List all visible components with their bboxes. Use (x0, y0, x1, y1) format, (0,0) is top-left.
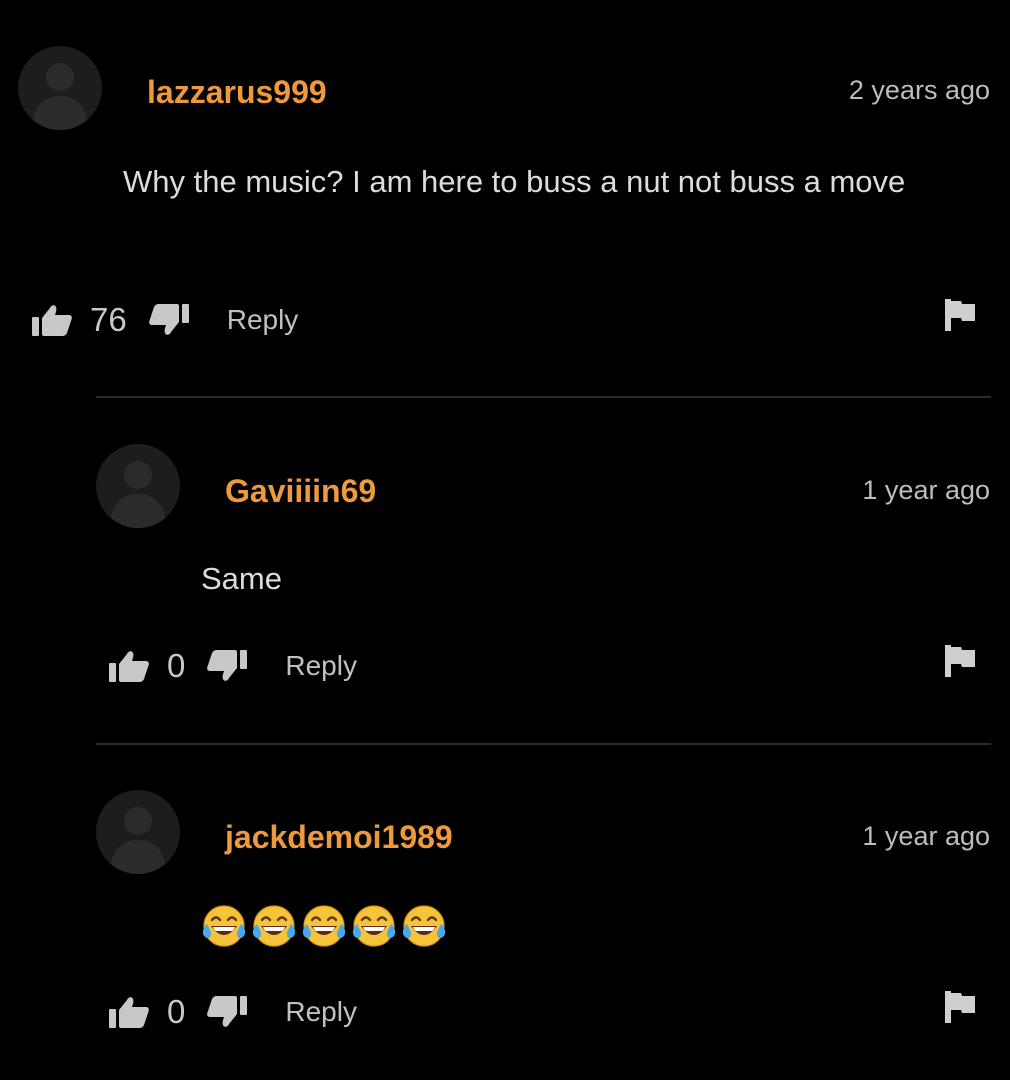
like-count: 0 (167, 993, 186, 1030)
comment-actions: 76 Reply (32, 300, 298, 340)
face-with-tears-of-joy-icon (300, 902, 348, 950)
user-silhouette-icon[interactable] (96, 790, 180, 874)
thumbs-down-icon[interactable] (149, 304, 189, 336)
flag-icon[interactable] (945, 991, 975, 1028)
comment-timestamp: 1 year ago (862, 821, 990, 851)
user-silhouette-icon[interactable] (18, 46, 102, 130)
comment-username[interactable]: lazzarus999 (147, 72, 327, 112)
comment-text (200, 902, 448, 950)
comment-timestamp: 1 year ago (862, 475, 990, 505)
user-silhouette-icon[interactable] (96, 444, 180, 528)
like-count: 0 (167, 647, 186, 684)
face-with-tears-of-joy-icon (250, 902, 298, 950)
face-with-tears-of-joy-icon (400, 902, 448, 950)
face-with-tears-of-joy-icon (200, 902, 248, 950)
comment-text: Same (201, 561, 282, 596)
divider (96, 743, 991, 745)
face-with-tears-of-joy-icon (350, 902, 398, 950)
thumbs-down-icon[interactable] (207, 650, 247, 682)
thumbs-up-icon[interactable] (109, 650, 149, 682)
comment-username[interactable]: jackdemoi1989 (225, 817, 453, 857)
reply-button[interactable]: Reply (285, 992, 357, 1032)
reply-button[interactable]: Reply (285, 646, 357, 686)
reply-button[interactable]: Reply (227, 300, 299, 340)
comment-actions: 0 Reply (109, 992, 357, 1032)
thumbs-down-icon[interactable] (207, 996, 247, 1028)
comment-actions: 0 Reply (109, 646, 357, 686)
flag-icon[interactable] (945, 299, 975, 336)
comment-text: Why the music? I am here to buss a nut n… (123, 164, 906, 199)
thumbs-up-icon[interactable] (32, 304, 72, 336)
like-count: 76 (90, 301, 127, 338)
divider (96, 396, 991, 398)
flag-icon[interactable] (945, 645, 975, 682)
comment-timestamp: 2 years ago (848, 75, 990, 105)
comment-username[interactable]: Gaviiiin69 (225, 471, 376, 511)
thumbs-up-icon[interactable] (109, 996, 149, 1028)
